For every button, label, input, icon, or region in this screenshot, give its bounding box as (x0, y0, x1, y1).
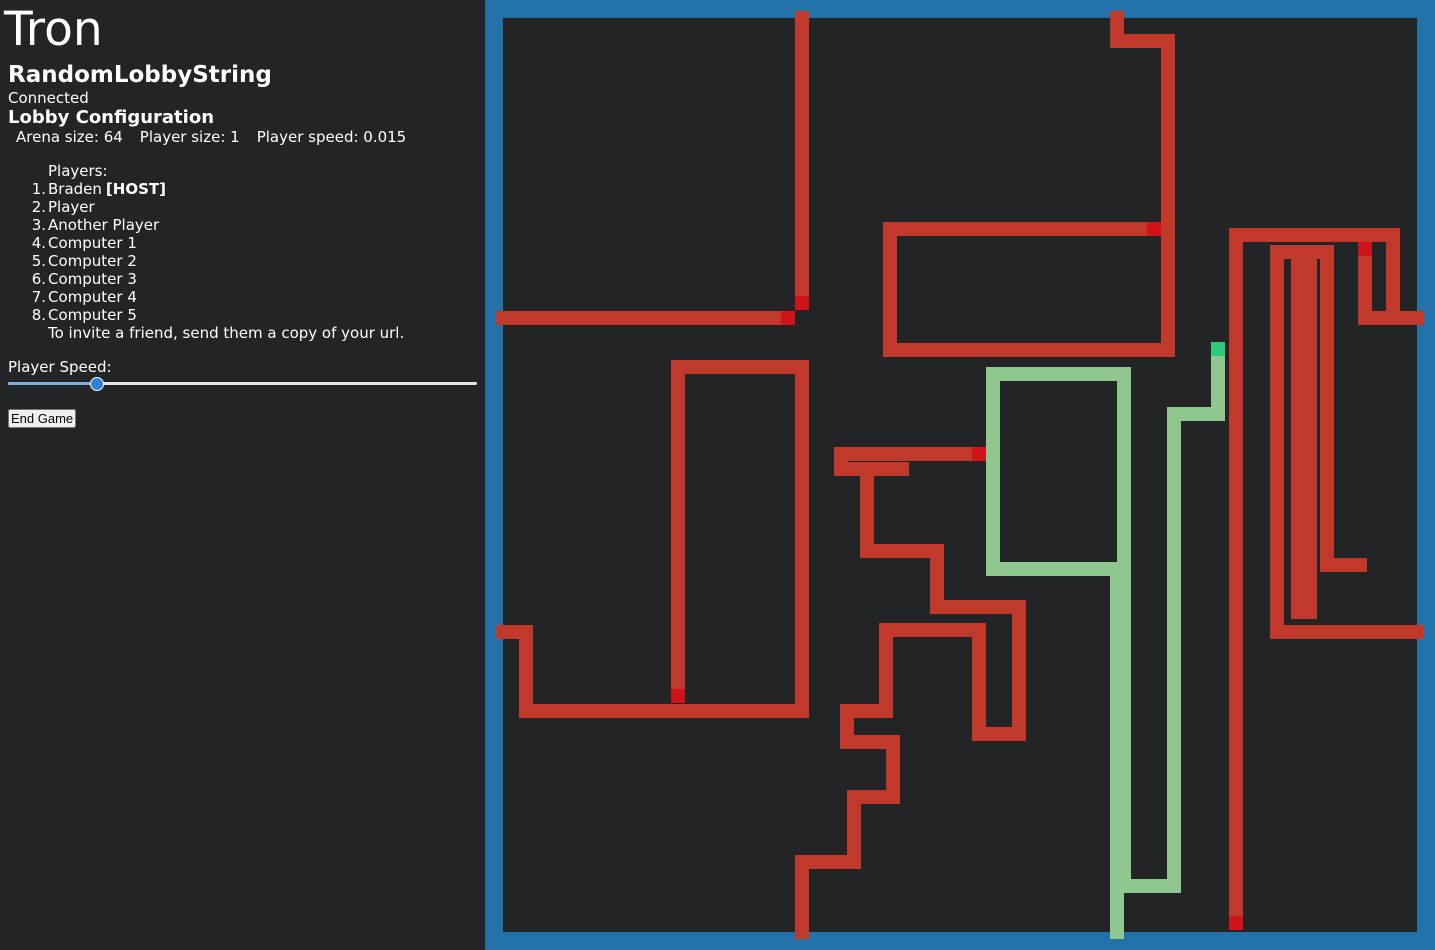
player-item: 5. Computer 2 (32, 252, 166, 270)
lobby-name: RandomLobbyString (8, 62, 272, 88)
player-item: 1. Braden [HOST] (32, 180, 166, 198)
enemy-head (1147, 222, 1161, 236)
game-arena[interactable] (485, 0, 1435, 950)
slider-thumb[interactable] (90, 377, 105, 391)
player-item: 3. Another Player (32, 216, 166, 234)
players-label: Players: (48, 162, 108, 180)
player-number: 5. (31, 252, 46, 270)
connection-status: Connected (8, 89, 89, 107)
player-number: 7. (31, 288, 46, 306)
player-name: Computer 5 (48, 306, 137, 324)
player-name: Computer 3 (48, 270, 137, 288)
host-tag: [HOST] (105, 180, 166, 198)
player-name: Player (48, 198, 95, 216)
player-size: Player size: 1 (139, 128, 240, 146)
player-number: 2. (31, 198, 46, 216)
player-item: 6. Computer 3 (32, 270, 166, 288)
enemy-head (1229, 916, 1243, 930)
end-game-button[interactable]: End Game (8, 409, 77, 428)
arena-size: Arena size: 64 (16, 128, 123, 146)
player-name: Another Player (48, 216, 160, 234)
speed-label: Player Speed: (8, 358, 112, 376)
enemy-head (1358, 242, 1372, 256)
player-name: Braden (48, 180, 102, 198)
player-name: Computer 1 (48, 234, 137, 252)
invite-text: To invite a friend, send them a copy of … (48, 324, 405, 342)
enemy-head (671, 689, 685, 703)
enemy-head (781, 311, 795, 325)
player-number: 8. (31, 306, 46, 324)
player-number: 1. (31, 180, 46, 198)
player-item: 4. Computer 1 (32, 234, 166, 252)
config-heading: Lobby Configuration (8, 107, 215, 128)
player-head (1211, 342, 1225, 356)
player-number: 3. (31, 216, 46, 234)
enemy-head (972, 447, 986, 461)
enemy-head (795, 296, 809, 310)
player-item: 7. Computer 4 (32, 288, 166, 306)
player-name: Computer 4 (48, 288, 137, 306)
player-name: Computer 2 (48, 252, 137, 270)
config-row: Arena size: 64 Player size: 1 Player speed… (16, 128, 423, 146)
player-speed: Player speed: 0.015 (256, 128, 407, 146)
app-title: Tron (4, 2, 103, 57)
player-number: 6. (31, 270, 46, 288)
player-list: 1. Braden [HOST] 2. Player 3. Another Player… (32, 180, 166, 324)
player-item: 8. Computer 5 (32, 306, 166, 324)
slider-fill (8, 382, 98, 385)
sidebar: Tron RandomLobbyString Connected Lobby C… (0, 0, 485, 950)
player-number: 4. (31, 234, 46, 252)
player-item: 2. Player (32, 198, 166, 216)
player-speed-slider[interactable] (8, 377, 477, 391)
